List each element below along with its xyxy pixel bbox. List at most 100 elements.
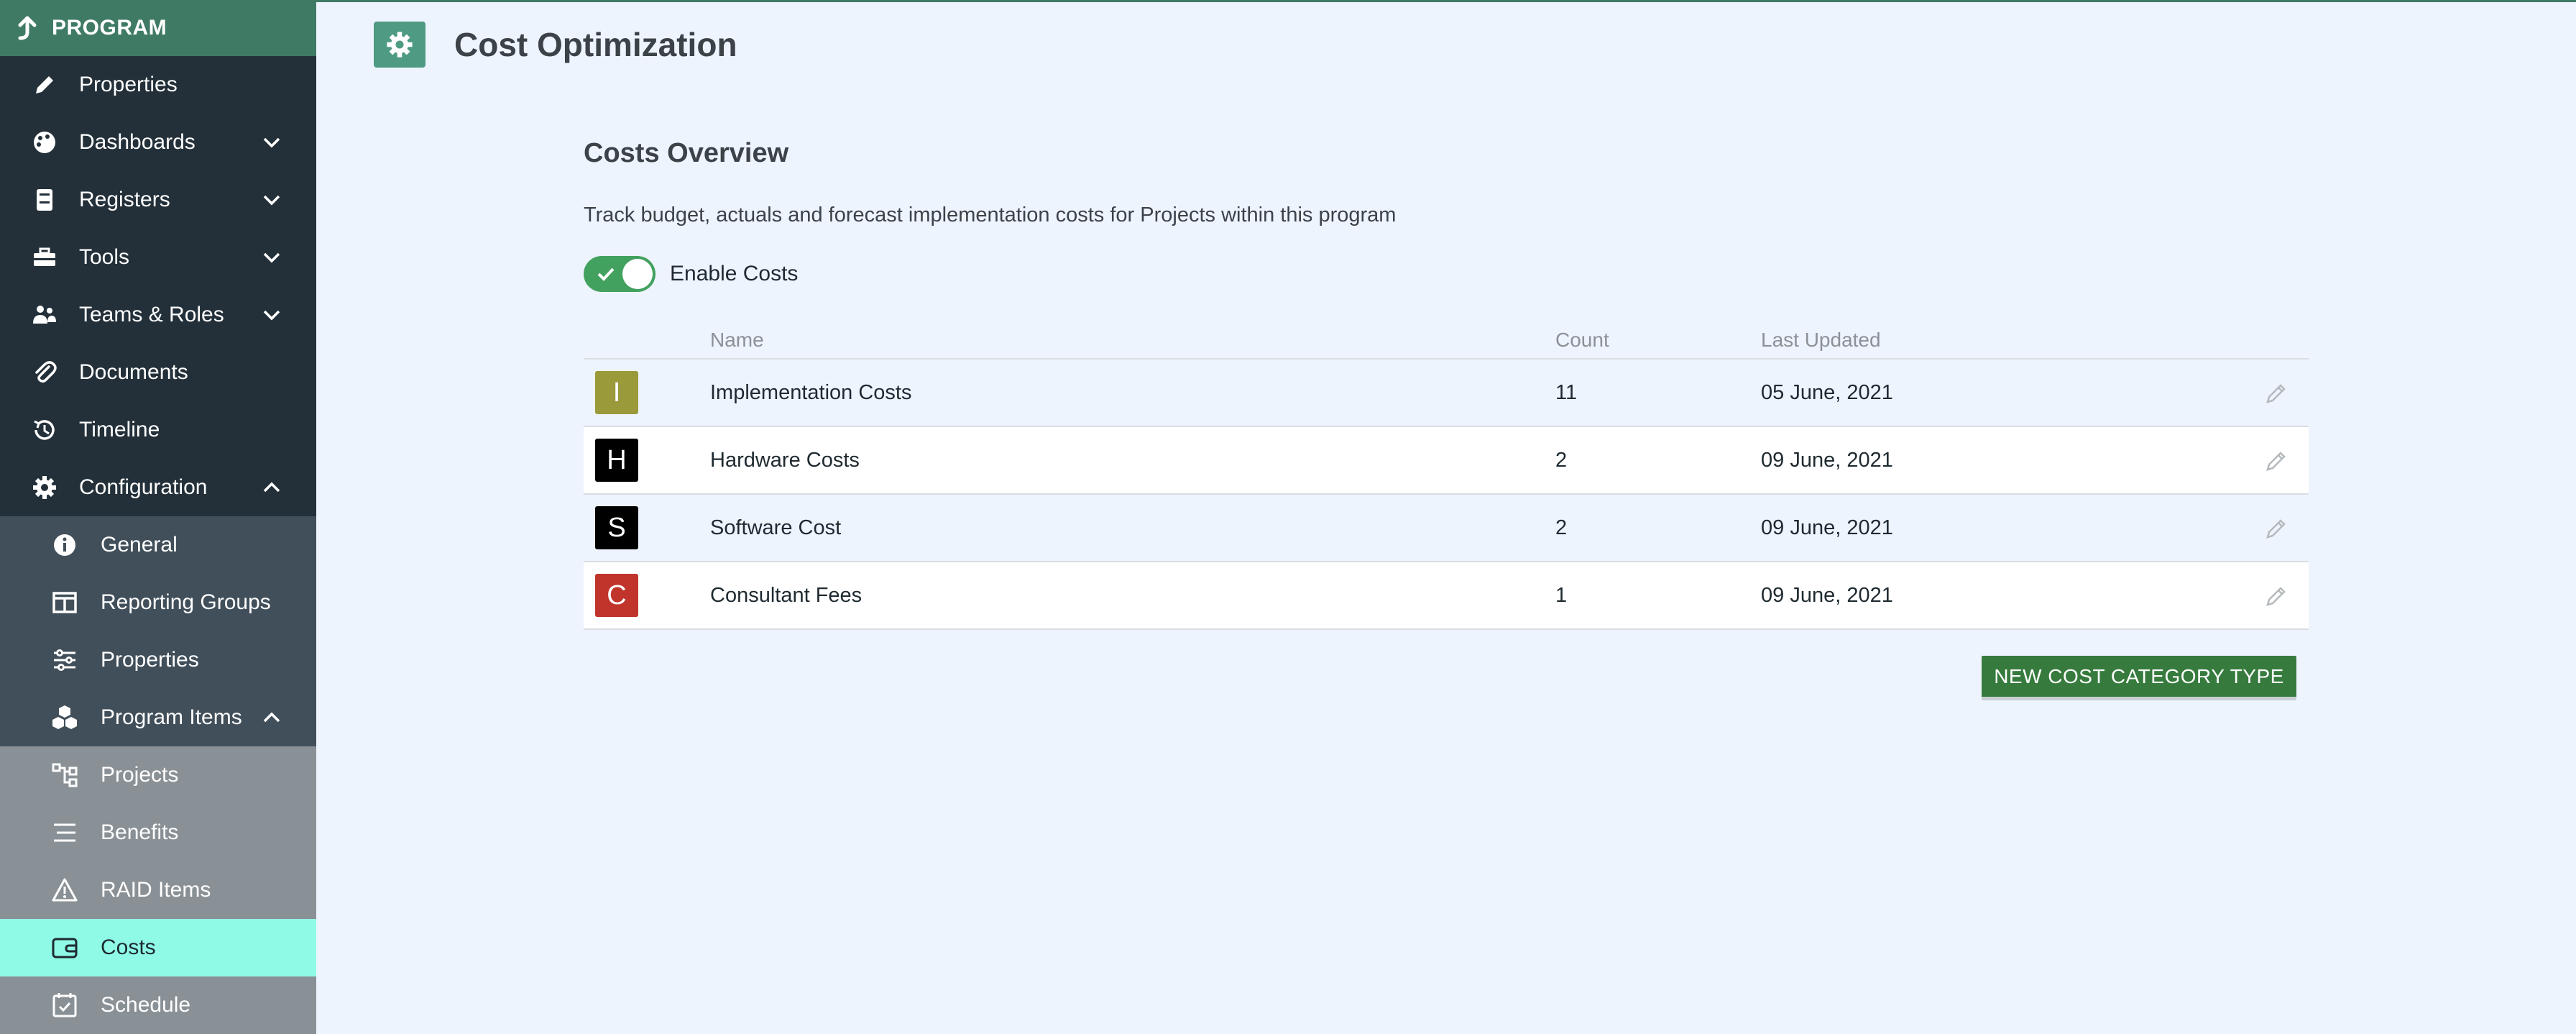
edit-pencil-icon[interactable] [2263, 447, 2290, 475]
header-name: Name [710, 329, 764, 351]
sidebar-item-reporting-groups[interactable]: Reporting Groups [0, 574, 316, 631]
check-icon [597, 267, 615, 281]
sidebar-item-label: Documents [79, 360, 188, 384]
header-last-updated: Last Updated [1761, 329, 1881, 351]
columns-icon [49, 587, 80, 618]
row-count: 11 [1555, 380, 1578, 404]
sidebar-item-raid-items[interactable]: RAID Items [0, 861, 316, 919]
sidebar-item-label: Program Items [101, 705, 242, 729]
chevron-down-icon[interactable] [259, 302, 285, 328]
sidebar-item-benefits[interactable]: Benefits [0, 804, 316, 861]
edit-pencil-icon[interactable] [2263, 515, 2290, 542]
sidebar-item-costs[interactable]: Costs [0, 919, 316, 976]
row-name: Consultant Fees [710, 583, 862, 607]
sliders-icon [49, 644, 80, 676]
header-count: Count [1555, 329, 1609, 351]
sidebar-item-teams-roles[interactable]: Teams & Roles [0, 286, 316, 344]
registers-icon [29, 184, 60, 216]
enable-costs-label: Enable Costs [670, 262, 799, 285]
wallet-icon [49, 932, 80, 964]
toolbox-icon [29, 242, 60, 273]
sidebar-item-config-properties[interactable]: Properties [0, 631, 316, 689]
sidebar-item-documents[interactable]: Documents [0, 344, 316, 401]
history-icon [29, 414, 60, 446]
row-count: 1 [1555, 583, 1568, 607]
paperclip-icon [29, 357, 60, 388]
sidebar-item-timeline[interactable]: Timeline [0, 401, 316, 459]
enable-costs-toggle[interactable] [584, 256, 656, 292]
sidebar-item-label: Projects [101, 763, 179, 787]
calendar-check-icon [49, 989, 80, 1021]
section-title: Costs Overview [584, 138, 789, 168]
page-header: Cost Optimization [374, 22, 737, 68]
cubes-icon [49, 702, 80, 733]
lines-icon [49, 817, 80, 848]
costs-overview-section: Costs Overview Track budget, actuals and… [584, 138, 2309, 630]
sidebar-item-label: RAID Items [101, 878, 211, 902]
category-badge: H [595, 439, 638, 482]
sidebar-item-label: Schedule [101, 993, 191, 1017]
cost-category-table: Name Count Last Updated I Implementation… [584, 322, 2309, 630]
section-description: Track budget, actuals and forecast imple… [584, 203, 1397, 227]
category-badge: C [595, 574, 638, 617]
row-name: Software Cost [710, 516, 842, 539]
top-accent-line [316, 0, 2576, 2]
info-icon [49, 529, 80, 561]
sidebar-item-label: General [101, 533, 178, 557]
page-title: Cost Optimization [454, 26, 737, 63]
sidebar-item-general[interactable]: General [0, 516, 316, 574]
sidebar-item-program-items[interactable]: Program Items [0, 689, 316, 746]
users-icon [29, 299, 60, 331]
sidebar-item-label: Dashboards [79, 130, 196, 154]
row-count: 2 [1555, 448, 1568, 472]
chevron-up-icon[interactable] [259, 705, 285, 731]
enable-costs-row: Enable Costs [584, 256, 2309, 292]
sidebar-item-label: Costs [101, 935, 156, 959]
category-badge: S [595, 506, 638, 549]
row-date: 09 June, 2021 [1761, 448, 1893, 472]
edit-pencil-icon[interactable] [2263, 380, 2290, 407]
chevron-up-icon[interactable] [259, 475, 285, 500]
sidebar: PROGRAM Properties Dashboards Registers … [0, 0, 316, 1034]
pencil-icon [29, 69, 60, 101]
table-row[interactable]: C Consultant Fees 1 09 June, 2021 [584, 562, 2309, 630]
sidebar-item-label: Teams & Roles [79, 303, 224, 326]
sidebar-item-projects[interactable]: Projects [0, 746, 316, 804]
sidebar-item-label: Timeline [79, 418, 160, 441]
sidebar-item-label: Tools [79, 245, 130, 269]
chevron-down-icon[interactable] [259, 244, 285, 270]
chevron-down-icon[interactable] [259, 187, 285, 213]
sidebar-item-label: Properties [101, 648, 199, 672]
gear-icon [374, 22, 426, 68]
edit-pencil-icon[interactable] [2263, 582, 2290, 610]
arrow-up-icon [18, 16, 37, 40]
table-header: Name Count Last Updated [584, 322, 2309, 360]
sidebar-header[interactable]: PROGRAM [0, 0, 316, 56]
gear-icon [29, 472, 60, 503]
row-name: Hardware Costs [710, 448, 860, 472]
table-row[interactable]: I Implementation Costs 11 05 June, 2021 [584, 360, 2309, 427]
category-badge: I [595, 371, 638, 414]
chevron-down-icon[interactable] [259, 129, 285, 155]
sidebar-item-label: Configuration [79, 475, 208, 499]
sidebar-item-properties[interactable]: Properties [0, 56, 316, 114]
sidebar-item-tools[interactable]: Tools [0, 229, 316, 286]
row-date: 05 June, 2021 [1761, 380, 1893, 404]
sidebar-item-schedule[interactable]: Schedule [0, 976, 316, 1034]
sidebar-item-label: Benefits [101, 820, 179, 844]
row-date: 09 June, 2021 [1761, 516, 1893, 539]
table-row[interactable]: S Software Cost 2 09 June, 2021 [584, 495, 2309, 562]
sidebar-item-label: Reporting Groups [101, 590, 271, 614]
row-date: 09 June, 2021 [1761, 583, 1893, 607]
sidebar-item-dashboards[interactable]: Dashboards [0, 114, 316, 171]
sidebar-item-registers[interactable]: Registers [0, 171, 316, 229]
warning-icon [49, 874, 80, 906]
sidebar-item-configuration[interactable]: Configuration [0, 459, 316, 516]
sidebar-item-label: Properties [79, 73, 178, 96]
hierarchy-icon [49, 759, 80, 791]
sidebar-item-label: Registers [79, 188, 170, 211]
table-row[interactable]: H Hardware Costs 2 09 June, 2021 [584, 427, 2309, 495]
row-count: 2 [1555, 516, 1568, 539]
new-cost-category-type-button[interactable]: NEW COST CATEGORY TYPE [1982, 656, 2296, 700]
palette-icon [29, 127, 60, 158]
